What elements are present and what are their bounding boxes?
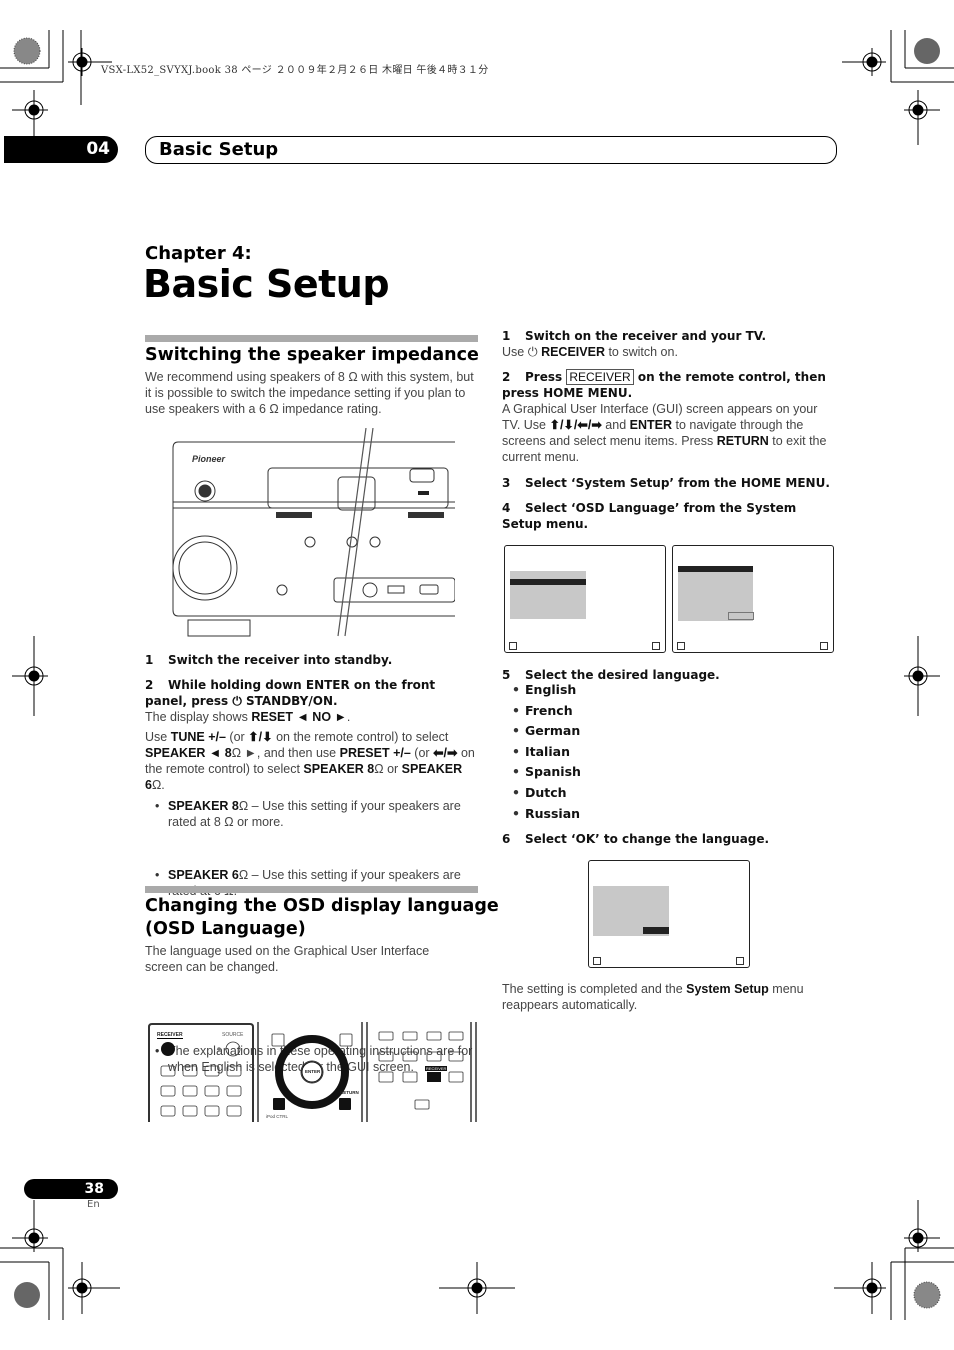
osd-step-3: 3 Select ‘System Setup’ from the HOME MEN… [502, 476, 830, 490]
home-icon [677, 642, 685, 650]
remote-return-label: RETURN [340, 1090, 359, 1095]
page-language: En [87, 1199, 100, 1210]
receiver-front-panel-illustration: Pioneer [172, 428, 455, 637]
language-option: German [502, 723, 702, 744]
remote-enter-label: ENTER [305, 1069, 321, 1074]
language-option: Italian [502, 744, 702, 765]
page-title: Basic Setup [143, 262, 390, 306]
chapter-title-bar: Basic Setup [145, 136, 837, 164]
language-option: Russian [502, 806, 702, 827]
osd-intro: The language used on the Graphical User … [145, 944, 430, 974]
osd-step-1-body: Use ⏻ RECEIVER to switch on. [502, 345, 678, 359]
tv-screen-home-menu [504, 545, 666, 653]
impedance-step-1: 1 Switch the receiver into standby. [145, 653, 393, 667]
svg-text:Pioneer: Pioneer [192, 454, 226, 464]
language-option: Dutch [502, 785, 702, 806]
home-icon [509, 642, 517, 650]
language-option: French [502, 703, 702, 724]
language-list: English French German Italian Spanish Du… [502, 682, 702, 826]
return-icon [820, 642, 828, 650]
ok-box [728, 612, 754, 620]
remote-control-illustration: RECEIVER SOURCE ENTER RETURN iPod CTRL R… [147, 1022, 477, 1122]
tv-screen-osd-language [672, 545, 834, 653]
display-shows-text: The display shows RESET ◄ NO ►. [145, 710, 351, 724]
return-icon [736, 957, 744, 965]
osd-step-5: 5 Select the desired language. [502, 668, 720, 682]
osd-step-1: 1 Switch on the receiver and your TV. [502, 329, 767, 343]
chapter-label: Chapter 4: [145, 243, 252, 264]
remote-source-label: SOURCE [222, 1032, 244, 1038]
osd-step-2: 2 Press RECEIVER on the remote control, t… [502, 369, 826, 400]
chapter-title-bar-label: Basic Setup [159, 139, 279, 160]
print-header-line: VSX-LX52_SVYXJ.book 38 ページ ２００９年２月２６日 木曜… [101, 65, 489, 76]
impedance-step-2: 2 While holding down ENTER on the front p… [145, 678, 436, 708]
remote-receiver-mode-label: RECEIVER [425, 1066, 448, 1071]
closing-text: The setting is completed and the System … [502, 982, 804, 1012]
osd-step-2-body: A Graphical User Interface (GUI) screen … [502, 402, 827, 464]
chapter-number-tab: 04 [4, 136, 118, 163]
section-divider [145, 886, 478, 893]
remote-receiver-label: RECEIVER [157, 1032, 183, 1039]
section-divider [145, 335, 478, 342]
receiver-key-box: RECEIVER [566, 369, 634, 385]
ok-button-highlight [643, 927, 669, 934]
section-heading-osd: Changing the OSD display language (OSD La… [145, 896, 499, 939]
page-number: 38 [24, 1179, 118, 1199]
impedance-intro: We recommend using speakers of 8 Ω with … [145, 370, 474, 416]
speaker-8-bullet: SPEAKER 8Ω – Use this setting if your sp… [145, 798, 480, 830]
language-option: Spanish [502, 764, 702, 785]
section-heading-impedance: Switching the speaker impedance [145, 345, 479, 365]
osd-step-4: 4 Select ‘OSD Language’ from the System S… [502, 501, 797, 531]
return-icon [652, 642, 660, 650]
language-option: English [502, 682, 702, 703]
impedance-usage-text: Use TUNE +/– (or ⬆/⬇ on the remote contr… [145, 730, 475, 792]
home-icon [593, 957, 601, 965]
remote-ipod-ctrl-label: iPod CTRL [266, 1114, 289, 1119]
osd-step-6: 6 Select ‘OK’ to change the language. [502, 832, 770, 846]
tv-screen-confirm [588, 860, 750, 968]
